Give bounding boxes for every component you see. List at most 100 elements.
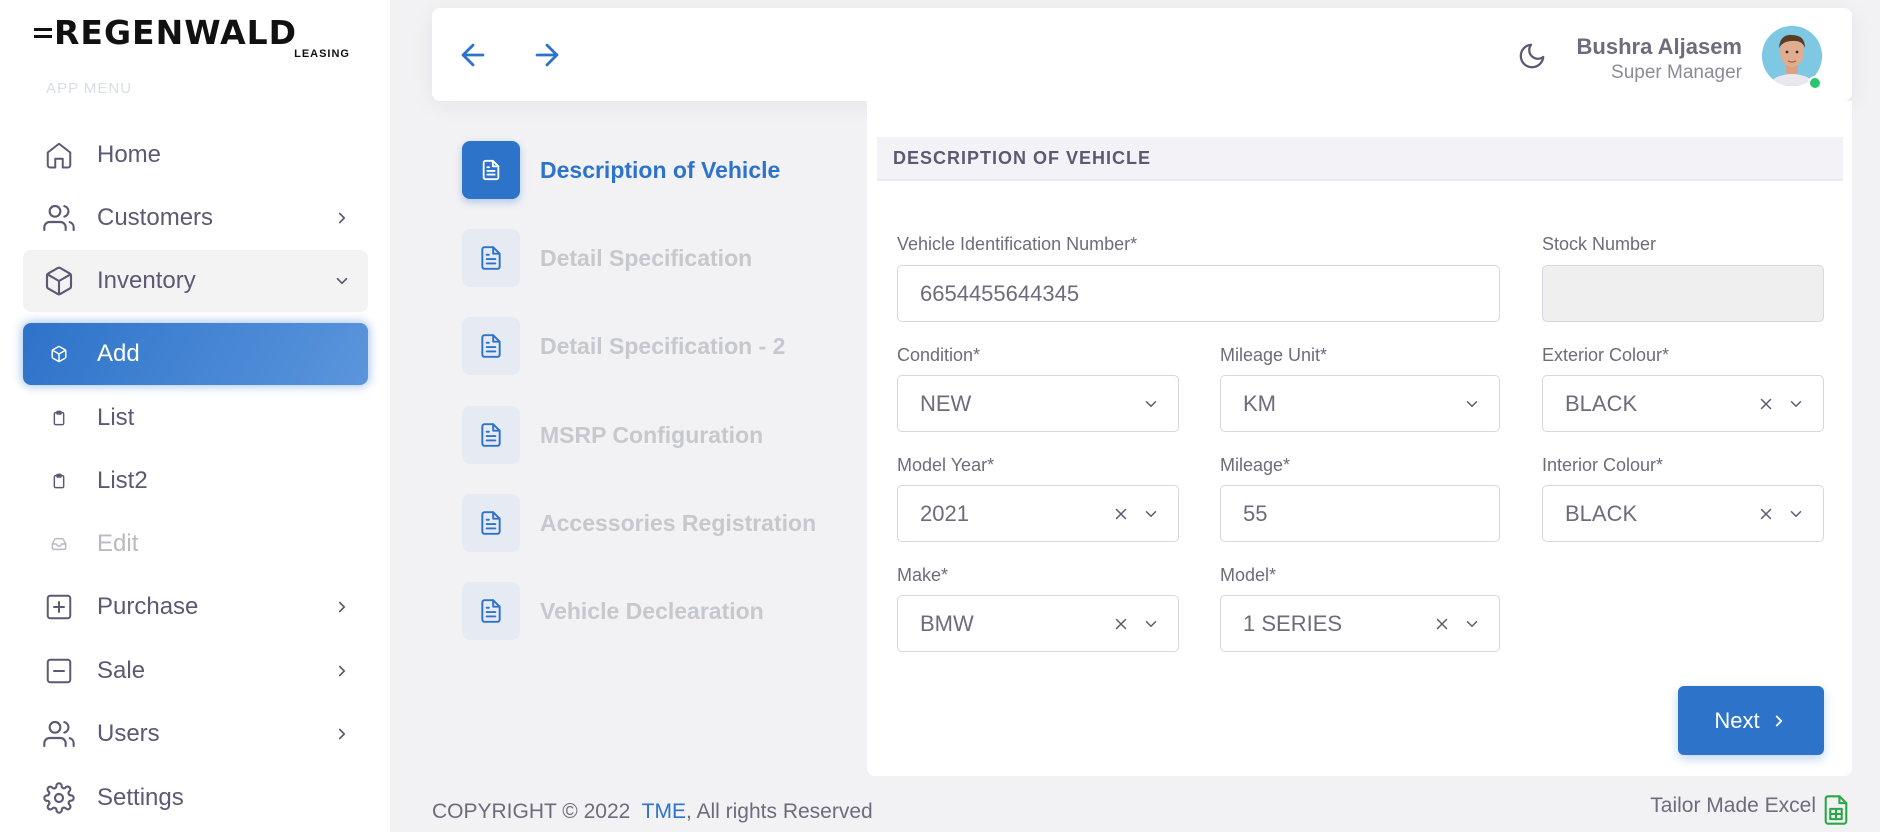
users-icon <box>41 716 77 752</box>
document-icon <box>462 317 520 375</box>
step-title: MSRP Configuration <box>540 421 764 448</box>
spreadsheet-icon <box>1822 794 1850 826</box>
chevron-right-icon <box>330 206 354 230</box>
model-year-label: Model Year* <box>897 455 995 475</box>
sidebar-item-list2[interactable]: List2 <box>23 450 368 512</box>
chevron-right-icon <box>330 659 354 683</box>
logo-wordmark: REGENWALD <box>34 16 354 50</box>
vin-label: Vehicle Identification Number* <box>897 234 1138 254</box>
brand-name: REGENWALD <box>54 13 298 52</box>
sidebar-item-purchase[interactable]: Purchase <box>23 576 368 638</box>
mileage-value: 55 <box>1243 500 1268 526</box>
step-vehicle-declaration[interactable]: Vehicle Declearation <box>462 582 764 640</box>
footer-credit: Tailor Made Excel <box>1650 794 1816 817</box>
mileage-unit-value: KM <box>1243 390 1276 416</box>
cube-icon <box>41 336 77 372</box>
sidebar-item-label: Customers <box>97 204 214 231</box>
gear-icon <box>41 780 77 816</box>
online-status-dot <box>1808 76 1822 90</box>
sidebar-item-edit[interactable]: Edit <box>23 513 368 575</box>
sidebar-item-list[interactable]: List <box>23 387 368 449</box>
sidebar-item-label: Inventory <box>97 267 196 294</box>
company-link[interactable]: TME <box>642 800 686 823</box>
menu-section-label: APP MENU <box>46 80 133 97</box>
plus-square-icon <box>41 589 77 625</box>
sidebar-item-add[interactable]: Add <box>23 323 368 385</box>
interior-colour-select[interactable]: BLACK <box>1542 485 1824 542</box>
chevron-down-icon <box>1138 391 1164 417</box>
document-icon <box>462 141 520 199</box>
sidebar-item-inventory[interactable]: Inventory <box>23 250 368 312</box>
brand-subtitle: LEASING <box>294 48 350 60</box>
clear-icon[interactable] <box>1753 501 1779 527</box>
sidebar-item-label: Sale <box>97 657 146 684</box>
model-year-value: 2021 <box>920 500 969 526</box>
top-navbar: Bushra Aljasem Super Manager <box>432 8 1852 101</box>
document-icon <box>462 494 520 552</box>
step-detail-specification[interactable]: Detail Specification <box>462 229 752 287</box>
forward-arrow-icon[interactable] <box>528 36 566 74</box>
vin-input[interactable]: 6654455644345 <box>897 265 1500 322</box>
model-select[interactable]: 1 SERIES <box>1220 595 1500 652</box>
footer-copyright: COPYRIGHT © 2022 TME, All rights Reserve… <box>432 800 873 824</box>
user-name[interactable]: Bushra Aljasem <box>1577 34 1742 60</box>
sidebar-item-label: Add <box>97 340 140 367</box>
chevron-down-icon <box>1459 611 1485 637</box>
next-button[interactable]: Next <box>1678 686 1824 755</box>
minus-square-icon <box>41 653 77 689</box>
clear-icon[interactable] <box>1108 611 1134 637</box>
clipboard-icon <box>41 400 77 436</box>
make-label: Make* <box>897 565 949 585</box>
sidebar-item-label: Purchase <box>97 593 199 620</box>
condition-select[interactable]: NEW <box>897 375 1179 432</box>
next-button-label: Next <box>1714 707 1760 733</box>
sidebar-item-label: List <box>97 404 135 431</box>
sidebar-item-sale[interactable]: Sale <box>23 640 368 702</box>
make-select[interactable]: BMW <box>897 595 1179 652</box>
users-icon <box>41 200 77 236</box>
model-label: Model* <box>1220 565 1277 585</box>
mileage-unit-select[interactable]: KM <box>1220 375 1500 432</box>
chevron-right-icon <box>330 595 354 619</box>
box-icon <box>41 263 77 299</box>
sidebar-item-settings[interactable]: Settings <box>23 767 368 829</box>
interior-colour-label: Interior Colour* <box>1542 455 1664 475</box>
step-description-of-vehicle[interactable]: Description of Vehicle <box>462 141 780 199</box>
mileage-input[interactable]: 55 <box>1220 485 1500 542</box>
step-detail-specification-2[interactable]: Detail Specification - 2 <box>462 317 785 375</box>
sidebar-item-label: Settings <box>97 784 184 811</box>
sidebar-item-users[interactable]: Users <box>23 703 368 765</box>
sidebar-item-customers[interactable]: Customers <box>23 187 368 249</box>
make-value: BMW <box>920 610 974 636</box>
brand-logo[interactable]: REGENWALD LEASING <box>34 16 354 62</box>
exterior-colour-value: BLACK <box>1565 390 1638 416</box>
condition-value: NEW <box>920 390 972 416</box>
stock-number-input[interactable] <box>1542 265 1824 322</box>
chevron-down-icon <box>1783 391 1809 417</box>
back-arrow-icon[interactable] <box>454 36 492 74</box>
exterior-colour-select[interactable]: BLACK <box>1542 375 1824 432</box>
step-accessories-registration[interactable]: Accessories Registration <box>462 494 816 552</box>
section-title: DESCRIPTION OF VEHICLE <box>877 137 1843 181</box>
stock-number-label: Stock Number <box>1542 234 1657 254</box>
model-year-select[interactable]: 2021 <box>897 485 1179 542</box>
step-title: Accessories Registration <box>540 509 817 536</box>
sidebar-item-label: List2 <box>97 467 148 494</box>
sidebar-item-label: Edit <box>97 530 139 557</box>
step-msrp-configuration[interactable]: MSRP Configuration <box>462 406 763 464</box>
chevron-down-icon <box>1138 611 1164 637</box>
moon-icon[interactable] <box>1514 38 1550 74</box>
clipboard-icon <box>41 463 77 499</box>
vin-value: 6654455644345 <box>920 280 1080 306</box>
user-role: Super Manager <box>1611 62 1742 83</box>
exterior-colour-label: Exterior Colour* <box>1542 345 1670 365</box>
rights-text: , All rights Reserved <box>685 800 873 823</box>
clear-icon[interactable] <box>1108 501 1134 527</box>
clear-icon[interactable] <box>1753 391 1779 417</box>
condition-label: Condition* <box>897 345 981 365</box>
mileage-unit-label: Mileage Unit* <box>1220 345 1328 365</box>
sidebar-item-home[interactable]: Home <box>23 124 368 186</box>
sidebar: REGENWALD LEASING APP MENU Home Customer… <box>0 0 390 832</box>
logo-bars-icon <box>34 24 52 42</box>
clear-icon[interactable] <box>1429 611 1455 637</box>
